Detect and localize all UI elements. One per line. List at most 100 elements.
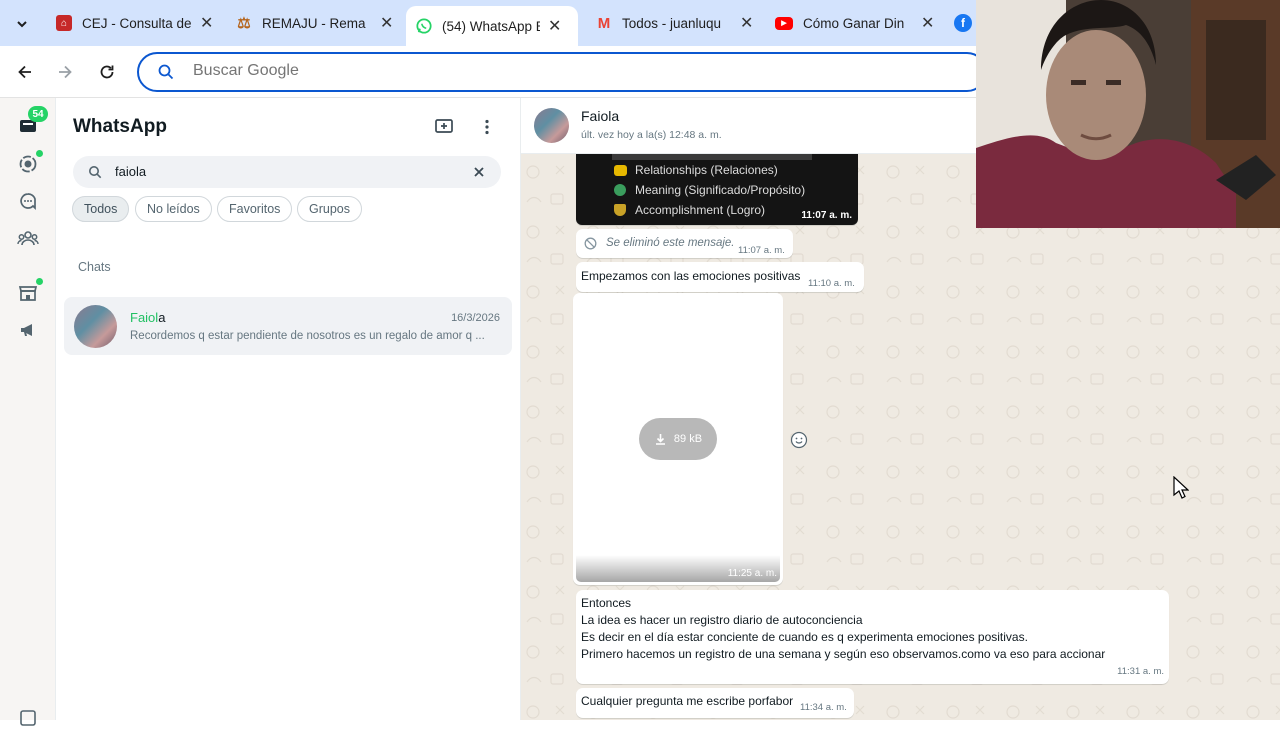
message-line: Entonces (581, 596, 632, 610)
globe-icon (614, 184, 626, 196)
reload-button[interactable] (95, 60, 119, 84)
reload-icon (100, 65, 114, 79)
tab-title: Todos - juanluqu (622, 15, 722, 31)
message-time: 11:07 a. m. (801, 210, 852, 221)
remaju-icon: ⚖ (237, 15, 251, 32)
forward-button[interactable] (53, 60, 77, 84)
message-text: Empezamos con las emociones positivas (581, 269, 801, 283)
image-line: Meaning (Significado/Propósito) (614, 183, 805, 197)
search-icon (158, 64, 174, 80)
trophy-icon (614, 204, 626, 216)
filter-unread[interactable]: No leídos (135, 196, 212, 222)
new-chat-icon (435, 119, 453, 133)
message-time: 11:31 a. m. (1117, 666, 1164, 677)
status-dot (36, 150, 43, 157)
file-size: 89 kB (673, 433, 703, 445)
cej-icon: ⌂ (56, 15, 72, 31)
contact-avatar[interactable] (534, 108, 569, 143)
ads-nav-button[interactable] (16, 318, 40, 342)
address-bar[interactable] (137, 52, 987, 92)
image-message[interactable]: 89 kB 11:25 a. m. (573, 293, 783, 585)
back-button[interactable] (13, 60, 37, 84)
message-time: 11:34 a. m. (800, 702, 847, 713)
nav-rail: 54 (0, 98, 56, 726)
react-button[interactable] (790, 431, 808, 449)
chat-name-rest: a (158, 310, 166, 325)
search-input[interactable]: faiola (115, 164, 146, 179)
tab-cej[interactable]: ⌂ CEJ - Consulta de ✕ (56, 6, 213, 40)
blocked-icon (584, 237, 597, 250)
filter-favorites[interactable]: Favoritos (217, 196, 293, 222)
message-bubble[interactable]: Entonces La idea es hacer un registro di… (576, 590, 1169, 684)
business-tools-nav-button[interactable] (16, 281, 40, 305)
message-time: 11:25 a. m. (727, 568, 777, 579)
communities-nav-button[interactable] (16, 226, 40, 250)
unread-badge: 54 (28, 106, 48, 122)
gmail-icon: M (597, 14, 611, 32)
youtube-icon: ▶ (775, 16, 793, 30)
close-icon[interactable]: ✕ (380, 13, 393, 33)
close-icon[interactable]: ✕ (921, 13, 934, 33)
new-chat-button[interactable] (434, 116, 456, 138)
download-button[interactable]: 89 kB (639, 418, 717, 460)
arrow-right-icon (59, 65, 72, 79)
status-icon (19, 155, 37, 173)
chat-list-item[interactable]: Faiola 16/3/2026 Recordemos q estar pend… (64, 297, 512, 355)
chevron-down-icon (17, 21, 27, 28)
communities-icon (17, 231, 39, 246)
image-message[interactable]: Relationships (Relaciones) Meaning (Sign… (576, 154, 858, 225)
message-text: Se eliminó este mensaje. (606, 237, 735, 249)
tab-search-button[interactable] (10, 12, 34, 36)
search-field[interactable]: faiola (73, 156, 501, 188)
tab-remaju[interactable]: ⚖ REMAJU - Rema ✕ (236, 6, 393, 40)
chats-section-label: Chats (78, 260, 111, 274)
tab-title: (54) WhatsApp B (442, 18, 540, 34)
megaphone-icon (21, 324, 32, 336)
tab-title: REMAJU - Rema (262, 15, 366, 31)
channels-icon (20, 193, 36, 211)
message-time: 11:10 a. m. (808, 278, 855, 289)
tab-whatsapp[interactable]: (54) WhatsApp B ✕ (406, 6, 578, 46)
message-bubble[interactable]: Empezamos con las emociones positivas 11… (576, 262, 864, 292)
message-time: 11:07 a. m. (738, 245, 785, 256)
search-icon (89, 166, 102, 179)
gallery-icon (20, 710, 36, 726)
image-cut-line (612, 154, 812, 160)
store-icon (18, 286, 38, 301)
webcam-video (976, 0, 1280, 228)
chat-date: 16/3/2026 (451, 312, 500, 324)
browser-tab-bar: ⌂ CEJ - Consulta de ✕ ⚖ REMAJU - Rema ✕ … (0, 0, 976, 46)
message-bubble[interactable]: Cualquier pregunta me escribe porfabor 1… (576, 688, 854, 718)
facebook-icon: f (954, 14, 972, 32)
download-icon (655, 433, 665, 445)
filter-all[interactable]: Todos (72, 196, 130, 222)
chat-name: Faiola (130, 310, 165, 325)
webcam-overlay (976, 0, 1280, 228)
close-icon[interactable]: ✕ (740, 13, 753, 33)
business-dot (36, 278, 43, 285)
close-icon[interactable]: ✕ (548, 16, 561, 36)
tab-youtube[interactable]: ▶ Cómo Ganar Din ✕ (775, 6, 934, 40)
contact-name: Faiola (581, 108, 620, 124)
clear-search-icon[interactable] (473, 166, 485, 178)
channels-nav-button[interactable] (16, 189, 40, 213)
deleted-message[interactable]: Se eliminó este mensaje. 11:07 a. m. (576, 229, 793, 258)
tab-title: Cómo Ganar Din (803, 15, 905, 31)
menu-button[interactable] (476, 116, 498, 138)
close-icon[interactable]: ✕ (200, 13, 213, 33)
arrow-left-icon (18, 65, 31, 79)
address-input[interactable] (193, 62, 493, 80)
media-nav-button[interactable] (16, 706, 40, 730)
tab-title: CEJ - Consulta de (82, 15, 192, 31)
more-vertical-icon (485, 119, 489, 135)
message-line: Es decir en el día estar conciente de cu… (581, 630, 1028, 644)
handshake-icon (614, 164, 627, 176)
chat-preview: Recordemos q estar pendiente de nosotros… (130, 330, 485, 342)
whatsapp-icon (416, 18, 432, 34)
last-seen: últ. vez hoy a la(s) 12:48 a. m. (581, 129, 722, 141)
image-line: Accomplishment (Logro) (614, 203, 765, 217)
filter-groups[interactable]: Grupos (297, 196, 362, 222)
message-line: La idea es hacer un registro diario de a… (581, 613, 863, 627)
tab-gmail[interactable]: M Todos - juanluqu ✕ (596, 6, 754, 40)
message-text: Cualquier pregunta me escribe porfabor (581, 694, 794, 708)
